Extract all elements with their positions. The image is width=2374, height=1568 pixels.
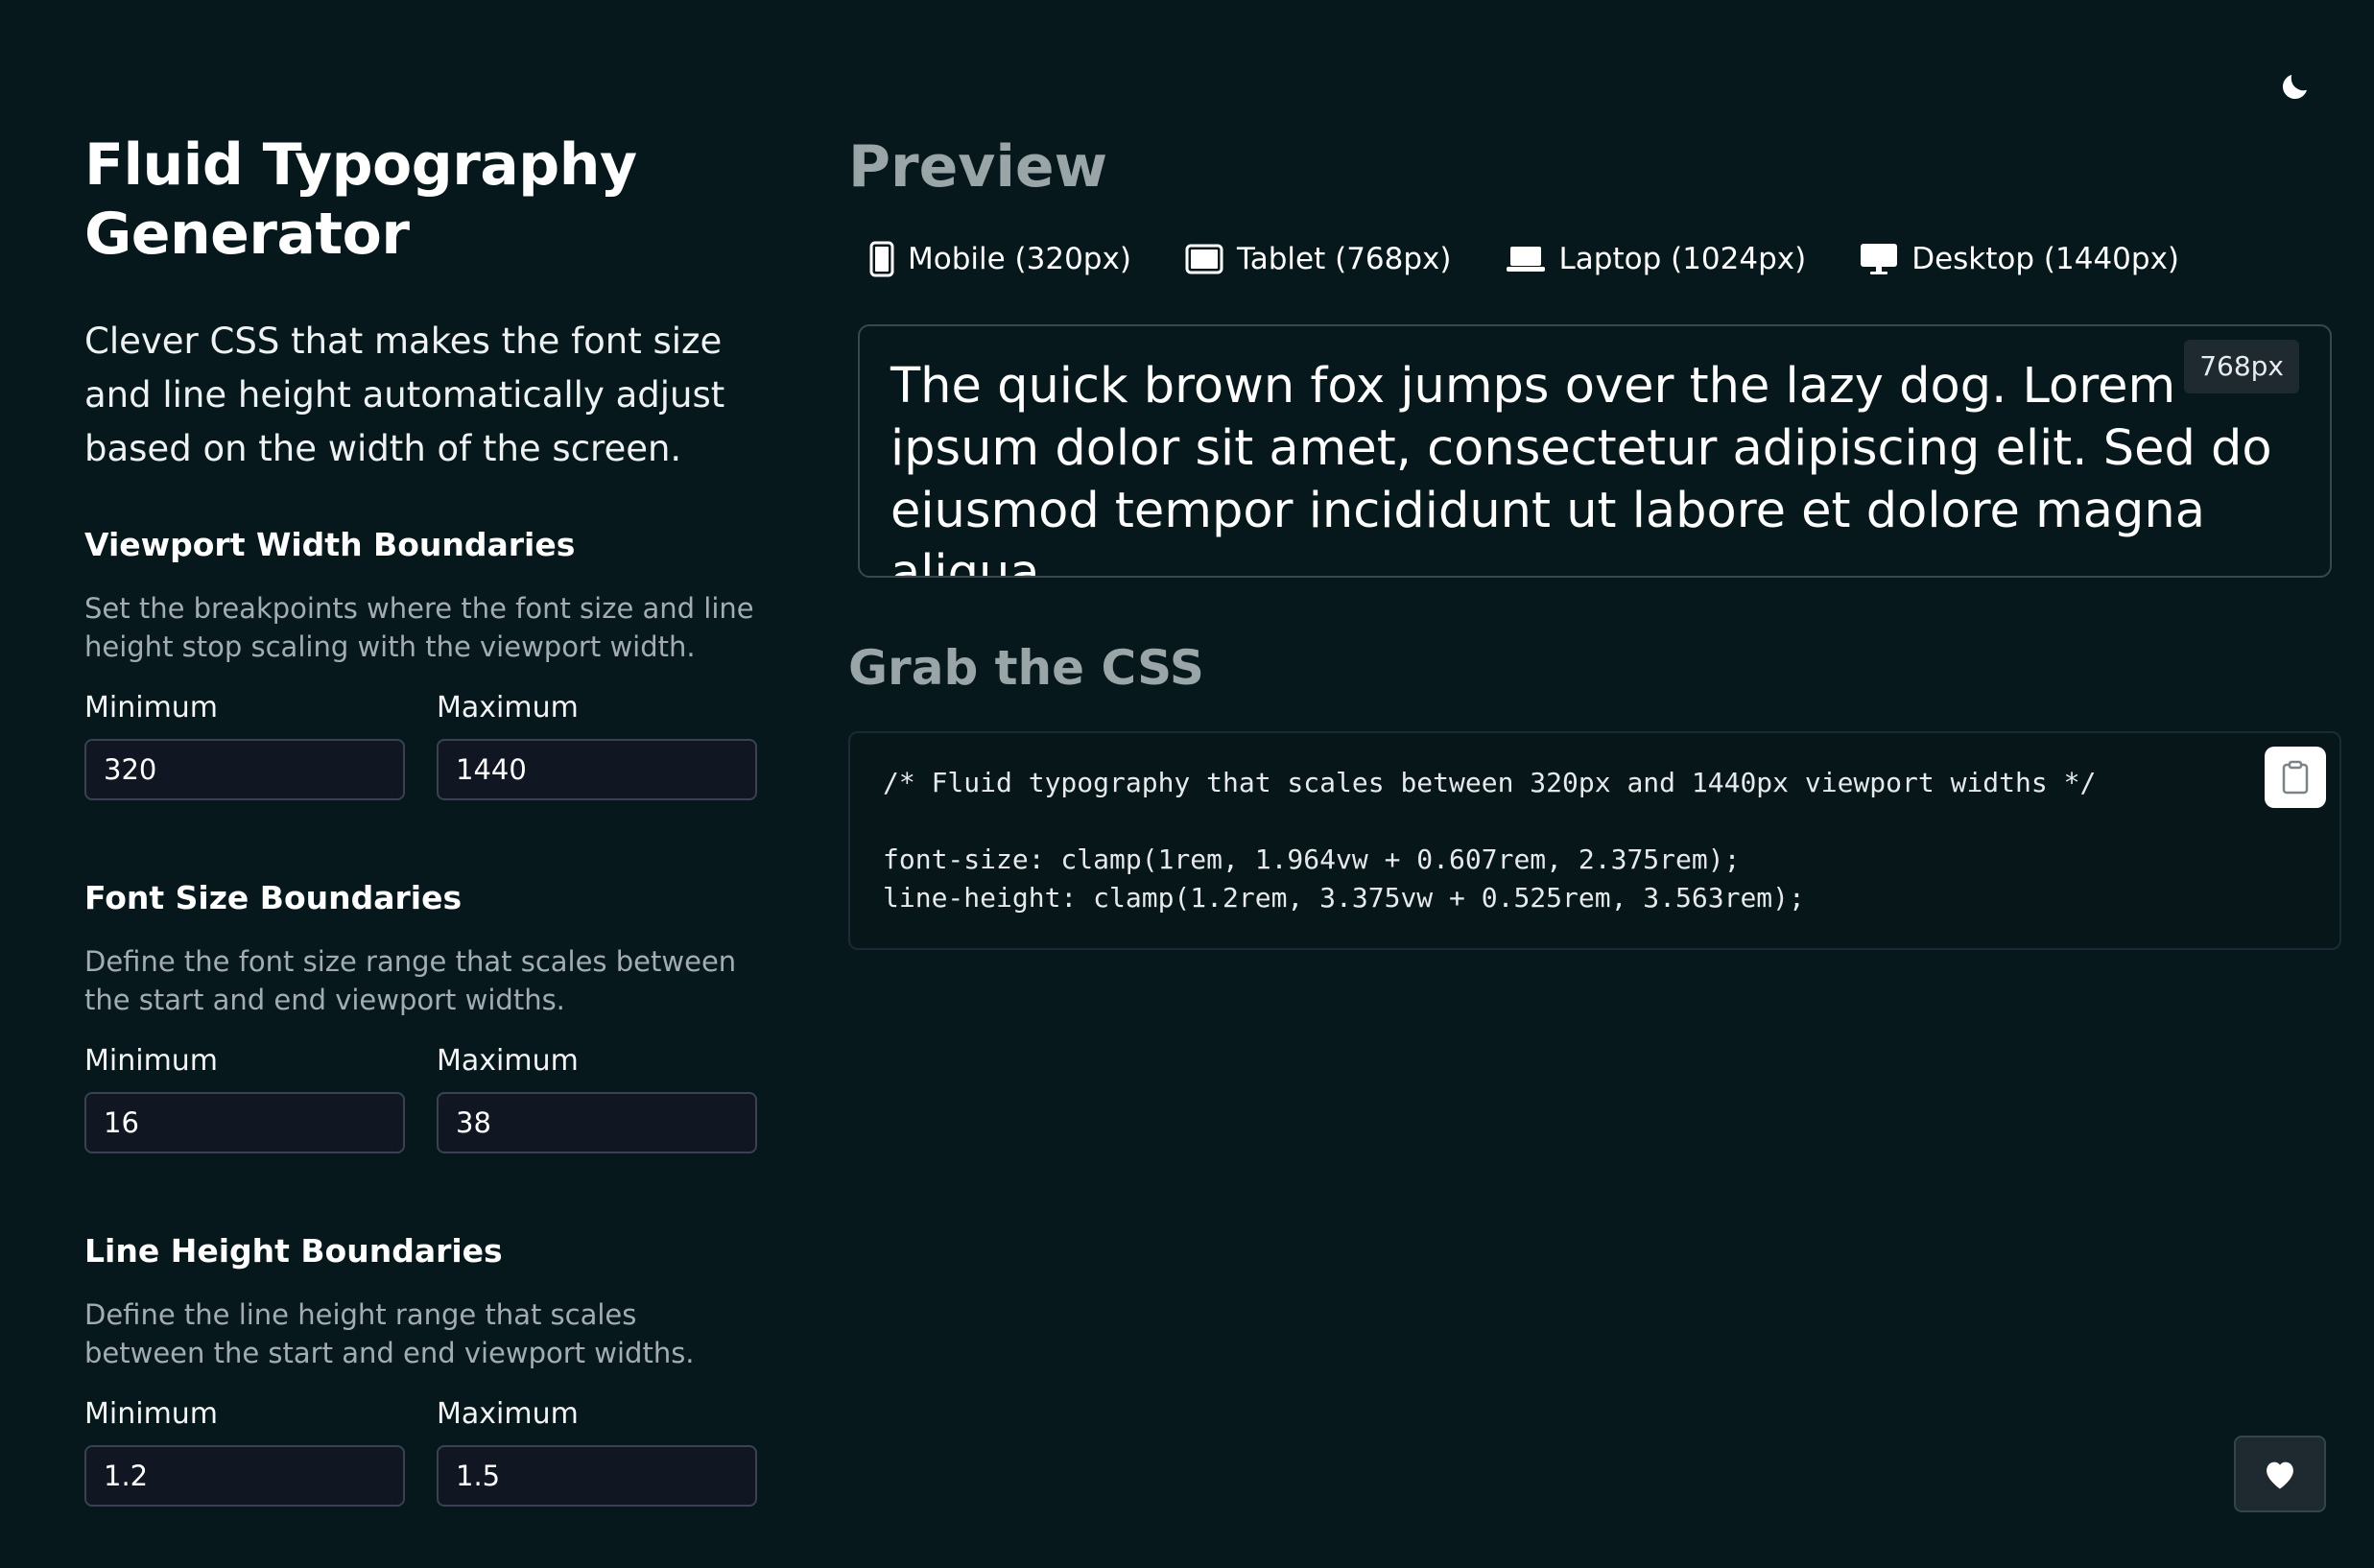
viewport-max-field: Maximum [437, 691, 757, 800]
css-title: Grab the CSS [848, 640, 1204, 696]
line-height-min-input[interactable] [84, 1445, 405, 1507]
clipboard-icon [2282, 760, 2309, 795]
section-help: Define the font size range that scales b… [84, 945, 737, 1016]
preview-sample-text: The quick brown fox jumps over the lazy … [890, 358, 2272, 578]
section-title: Line Height Boundaries [84, 1232, 503, 1270]
mobile-icon [869, 241, 894, 277]
field-row: Minimum Maximum [84, 691, 758, 800]
tab-label: Laptop (1024px) [1558, 242, 1807, 276]
line-height-section: Line Height Boundaries Define the line h… [84, 1232, 758, 1507]
line-height-min-field: Minimum [84, 1397, 405, 1507]
css-code: /* Fluid typography that scales between … [883, 767, 2097, 914]
preview-title: Preview [848, 133, 1108, 201]
device-tabs: Mobile (320px) Tablet (768px) Laptop (10… [869, 240, 2179, 278]
field-label: Minimum [84, 691, 219, 725]
preview-box: The quick brown fox jumps over the lazy … [858, 324, 2332, 578]
section-title: Viewport Width Boundaries [84, 526, 576, 563]
viewport-section: Viewport Width Boundaries Set the breakp… [84, 526, 758, 800]
viewport-min-field: Minimum [84, 691, 405, 800]
field-label: Minimum [84, 1044, 219, 1078]
section-title: Font Size Boundaries [84, 879, 463, 916]
tab-label: Mobile (320px) [908, 242, 1131, 276]
tablet-icon [1185, 244, 1223, 274]
section-help: Set the breakpoints where the font size … [84, 592, 754, 663]
section-help: Define the line height range that scales… [84, 1298, 695, 1369]
desktop-icon [1861, 244, 1898, 274]
support-button[interactable] [2234, 1436, 2326, 1512]
field-label: Maximum [437, 1044, 579, 1078]
tab-tablet[interactable]: Tablet (768px) [1185, 240, 1452, 278]
field-row: Minimum Maximum [84, 1044, 758, 1153]
viewport-max-input[interactable] [437, 739, 757, 800]
line-height-max-field: Maximum [437, 1397, 757, 1507]
width-badge: 768px [2184, 340, 2299, 393]
tab-label: Tablet (768px) [1236, 242, 1452, 276]
page-description: Clever CSS that makes the font size and … [84, 321, 725, 469]
font-size-min-field: Minimum [84, 1044, 405, 1153]
field-label: Maximum [437, 691, 579, 725]
settings-panel: Fluid Typography Generator Clever CSS th… [84, 131, 758, 476]
tab-label: Desktop (1440px) [1911, 242, 2180, 276]
tab-mobile[interactable]: Mobile (320px) [869, 240, 1131, 278]
field-label: Maximum [437, 1397, 579, 1431]
viewport-min-input[interactable] [84, 739, 405, 800]
moon-icon [2282, 75, 2307, 100]
page-title: Fluid Typography Generator [84, 131, 637, 268]
heart-icon [2267, 1461, 2293, 1489]
laptop-icon [1506, 247, 1545, 272]
font-size-section: Font Size Boundaries Define the font siz… [84, 879, 758, 1153]
copy-css-button[interactable] [2265, 747, 2326, 808]
page: Fluid Typography Generator Clever CSS th… [0, 0, 2374, 1568]
tab-desktop[interactable]: Desktop (1440px) [1860, 240, 2179, 278]
css-code-block: /* Fluid typography that scales between … [848, 731, 2341, 950]
theme-toggle-button[interactable] [2274, 65, 2316, 107]
line-height-max-input[interactable] [437, 1445, 757, 1507]
tab-laptop[interactable]: Laptop (1024px) [1506, 240, 1807, 278]
font-size-max-input[interactable] [437, 1092, 757, 1153]
field-label: Minimum [84, 1397, 219, 1431]
field-row: Minimum Maximum [84, 1397, 758, 1507]
font-size-min-input[interactable] [84, 1092, 405, 1153]
font-size-max-field: Maximum [437, 1044, 757, 1153]
